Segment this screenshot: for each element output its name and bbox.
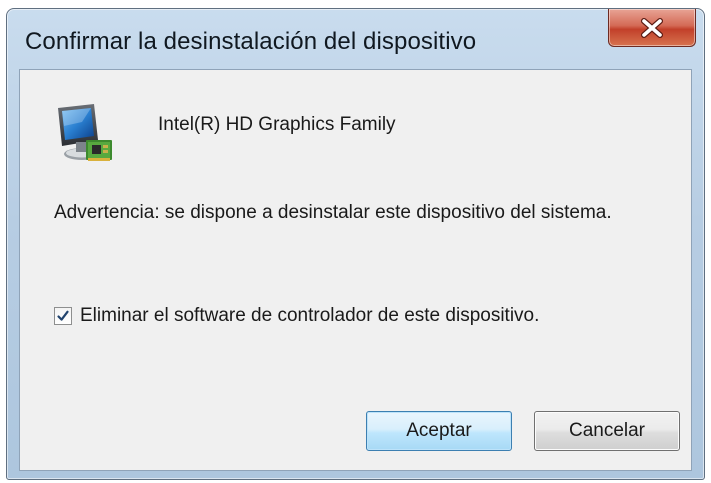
dialog-body: Intel(R) HD Graphics Family Advertencia:… <box>19 69 692 471</box>
close-button[interactable] <box>608 9 696 47</box>
delete-driver-option[interactable]: Eliminar el software de controlador de e… <box>54 304 539 328</box>
device-name: Intel(R) HD Graphics Family <box>158 114 396 135</box>
title-bar[interactable]: Confirmar la desinstalación del disposit… <box>7 9 704 69</box>
uninstall-device-dialog: Confirmar la desinstalación del disposit… <box>6 8 705 480</box>
cancel-button[interactable]: Cancelar <box>534 411 680 451</box>
display-adapter-icon <box>58 104 112 161</box>
close-icon <box>641 17 663 38</box>
warning-message: Advertencia: se dispone a desinstalar es… <box>54 202 612 223</box>
checkmark-icon <box>57 310 69 321</box>
dialog-title: Confirmar la desinstalación del disposit… <box>25 28 477 55</box>
delete-driver-checkbox[interactable] <box>54 307 72 325</box>
delete-driver-label: Eliminar el software de controlador de e… <box>80 305 540 326</box>
ok-button[interactable]: Aceptar <box>366 411 512 451</box>
